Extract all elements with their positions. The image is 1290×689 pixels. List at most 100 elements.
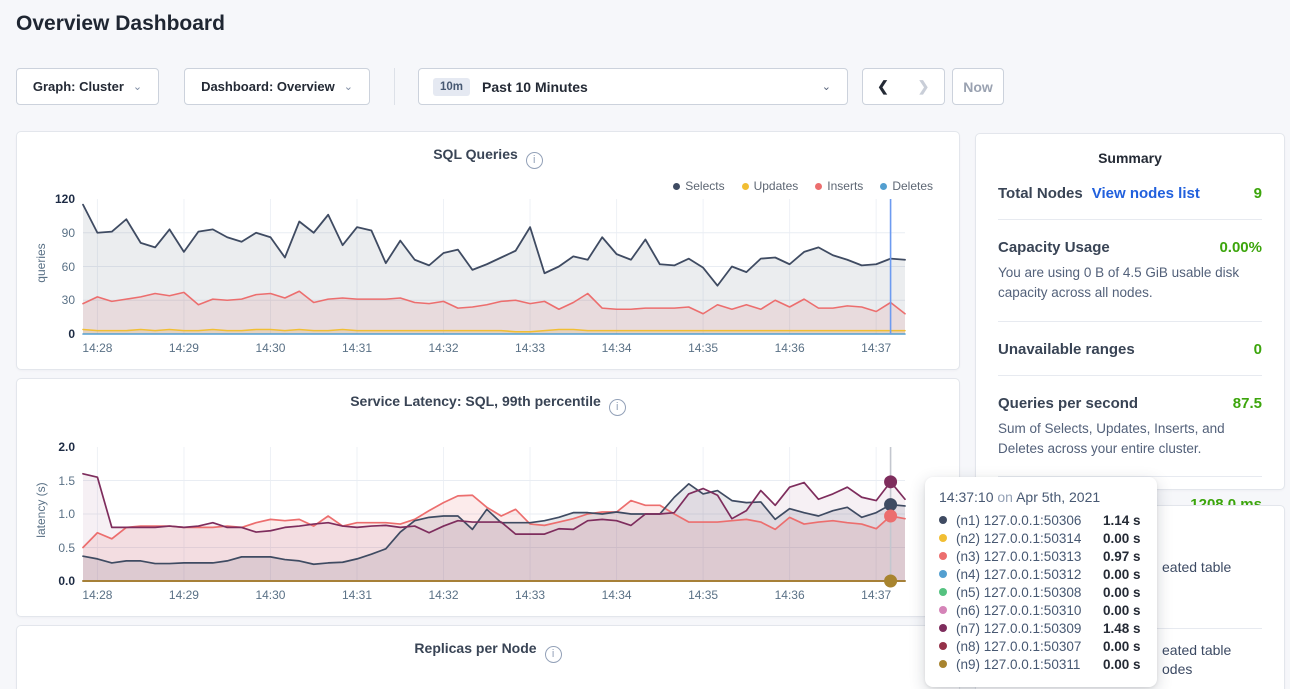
node-color-dot-icon (939, 534, 947, 542)
summary-row-line: Unavailable ranges 0 (998, 341, 1262, 358)
tooltip-node-label: (n6) 127.0.0.1:50310 (956, 603, 1103, 618)
time-range-badge: 10m (433, 78, 470, 96)
tooltip-node-row: (n5) 127.0.0.1:503080.00 s (939, 583, 1143, 601)
legend-item-updates[interactable]: Updates (742, 179, 799, 193)
tooltip-node-value: 1.14 s (1103, 513, 1141, 528)
tooltip-node-label: (n4) 127.0.0.1:50312 (956, 567, 1103, 582)
x-axis-tick: 14:35 (688, 588, 718, 602)
chart-hover-tooltip: 14:37:10 on Apr 5th, 2021 (n1) 127.0.0.1… (925, 477, 1157, 687)
chevron-right-icon: ❯ (918, 78, 930, 95)
x-axis-tick: 14:35 (688, 341, 718, 355)
time-range-label: Past 10 Minutes (482, 79, 588, 95)
tooltip-on: on (997, 489, 1013, 505)
summary-row: Queries per second87.5Sum of Selects, Up… (998, 375, 1262, 477)
y-axis-tick: 60 (31, 260, 75, 274)
tooltip-date: Apr 5th, 2021 (1016, 489, 1100, 505)
graph-dropdown-label: Graph: Cluster (33, 79, 124, 94)
x-axis-tick: 14:28 (82, 341, 112, 355)
tooltip-timestamp: 14:37:10 on Apr 5th, 2021 (939, 489, 1143, 505)
summary-heading: Summary (976, 134, 1284, 166)
info-icon[interactable]: i (609, 399, 626, 416)
tooltip-node-row: (n8) 127.0.0.1:503070.00 s (939, 637, 1143, 655)
sql-queries-title: SQL Queries (433, 146, 518, 162)
x-axis-tick: 14:30 (255, 341, 285, 355)
x-axis-tick: 14:37 (861, 341, 891, 355)
x-axis-tick: 14:34 (602, 341, 632, 355)
node-color-dot-icon (939, 660, 947, 668)
legend-label: Deletes (892, 179, 933, 193)
event-item[interactable]: odes (1162, 661, 1192, 677)
x-axis-tick: 14:28 (82, 588, 112, 602)
replicas-per-node-title: Replicas per Node (414, 640, 536, 656)
tooltip-node-label: (n7) 127.0.0.1:50309 (956, 621, 1103, 636)
legend-item-selects[interactable]: Selects (673, 179, 724, 193)
summary-value: 87.5 (1233, 395, 1262, 412)
x-axis-tick: 14:36 (775, 588, 805, 602)
now-button-label: Now (963, 79, 993, 95)
tooltip-node-label: (n5) 127.0.0.1:50308 (956, 585, 1103, 600)
time-next-button[interactable]: ❯ (903, 68, 945, 105)
overview-dashboard-page: Overview Dashboard Graph: Cluster ⌄ Dash… (0, 0, 1290, 689)
x-axis-tick: 14:32 (429, 588, 459, 602)
view-nodes-list-link[interactable]: View nodes list (1092, 185, 1200, 202)
legend-item-inserts[interactable]: Inserts (815, 179, 863, 193)
graph-dropdown[interactable]: Graph: Cluster ⌄ (16, 68, 159, 105)
legend-dot-icon (673, 183, 680, 190)
summary-row: Total Nodes View nodes list 9 (998, 166, 1262, 219)
node-color-dot-icon (939, 570, 947, 578)
chart-legend: Selects Updates Inserts Deletes (673, 179, 933, 193)
time-prev-button[interactable]: ❮ (862, 68, 904, 105)
summary-label: Unavailable ranges (998, 341, 1135, 358)
node-color-dot-icon (939, 624, 947, 632)
summary-label: Capacity Usage (998, 239, 1110, 256)
summary-value: 9 (1254, 185, 1262, 202)
tooltip-node-value: 1.48 s (1103, 621, 1141, 636)
y-axis-tick: 0.0 (31, 574, 75, 588)
info-icon[interactable]: i (526, 152, 543, 169)
event-item[interactable]: eated table (1162, 559, 1231, 575)
chevron-left-icon: ❮ (877, 78, 889, 95)
time-range-selector[interactable]: 10m Past 10 Minutes ⌄ (418, 68, 848, 105)
x-axis-tick: 14:37 (861, 588, 891, 602)
summary-label: Queries per second (998, 395, 1138, 412)
node-color-dot-icon (939, 588, 947, 596)
y-axis-tick: 0 (31, 327, 75, 341)
x-axis-tick: 14:30 (255, 588, 285, 602)
summary-label: Total Nodes (998, 185, 1083, 202)
summary-value: 0.00% (1219, 239, 1262, 256)
legend-label: Inserts (827, 179, 863, 193)
tooltip-node-label: (n1) 127.0.0.1:50306 (956, 513, 1103, 528)
legend-label: Updates (754, 179, 799, 193)
time-now-button[interactable]: Now (952, 68, 1004, 105)
summary-row-line: Total Nodes View nodes list 9 (998, 185, 1262, 202)
chart-title: Replicas per Node i (17, 640, 959, 663)
dashboard-dropdown[interactable]: Dashboard: Overview ⌄ (184, 68, 370, 105)
tooltip-node-value: 0.00 s (1103, 585, 1141, 600)
node-color-dot-icon (939, 606, 947, 614)
x-axis-tick: 14:32 (429, 341, 459, 355)
summary-rows: Total Nodes View nodes list 9 Capacity Usag… (976, 166, 1284, 530)
summary-value: 0 (1254, 341, 1262, 358)
event-item[interactable]: eated table (1162, 642, 1231, 658)
service-latency-card: Service Latency: SQL, 99th percentilei l… (16, 378, 960, 617)
tooltip-node-value: 0.00 s (1103, 657, 1141, 672)
service-latency-plot[interactable]: 14:2814:2914:3014:3114:3214:3314:3414:35… (83, 447, 905, 581)
tooltip-node-label: (n8) 127.0.0.1:50307 (956, 639, 1103, 654)
summary-card: Summary Total Nodes View nodes list 9 Capac… (975, 133, 1285, 490)
sql-queries-plot[interactable]: 14:2814:2914:3014:3114:3214:3314:3414:35… (83, 199, 905, 334)
tooltip-node-value: 0.00 s (1103, 603, 1141, 618)
x-axis-tick: 14:29 (169, 341, 199, 355)
chevron-down-icon: ⌄ (822, 80, 831, 93)
info-icon[interactable]: i (545, 646, 562, 663)
tooltip-time: 14:37:10 (939, 489, 994, 505)
x-axis-tick: 14:36 (775, 341, 805, 355)
y-axis-tick: 90 (31, 226, 75, 240)
x-axis-tick: 14:31 (342, 588, 372, 602)
node-color-dot-icon (939, 642, 947, 650)
page-title: Overview Dashboard (16, 12, 225, 36)
legend-item-deletes[interactable]: Deletes (880, 179, 933, 193)
tooltip-node-row: (n1) 127.0.0.1:503061.14 s (939, 511, 1143, 529)
y-axis-tick: 1.0 (31, 507, 75, 521)
tooltip-node-label: (n3) 127.0.0.1:50313 (956, 549, 1103, 564)
tooltip-node-value: 0.00 s (1103, 567, 1141, 582)
